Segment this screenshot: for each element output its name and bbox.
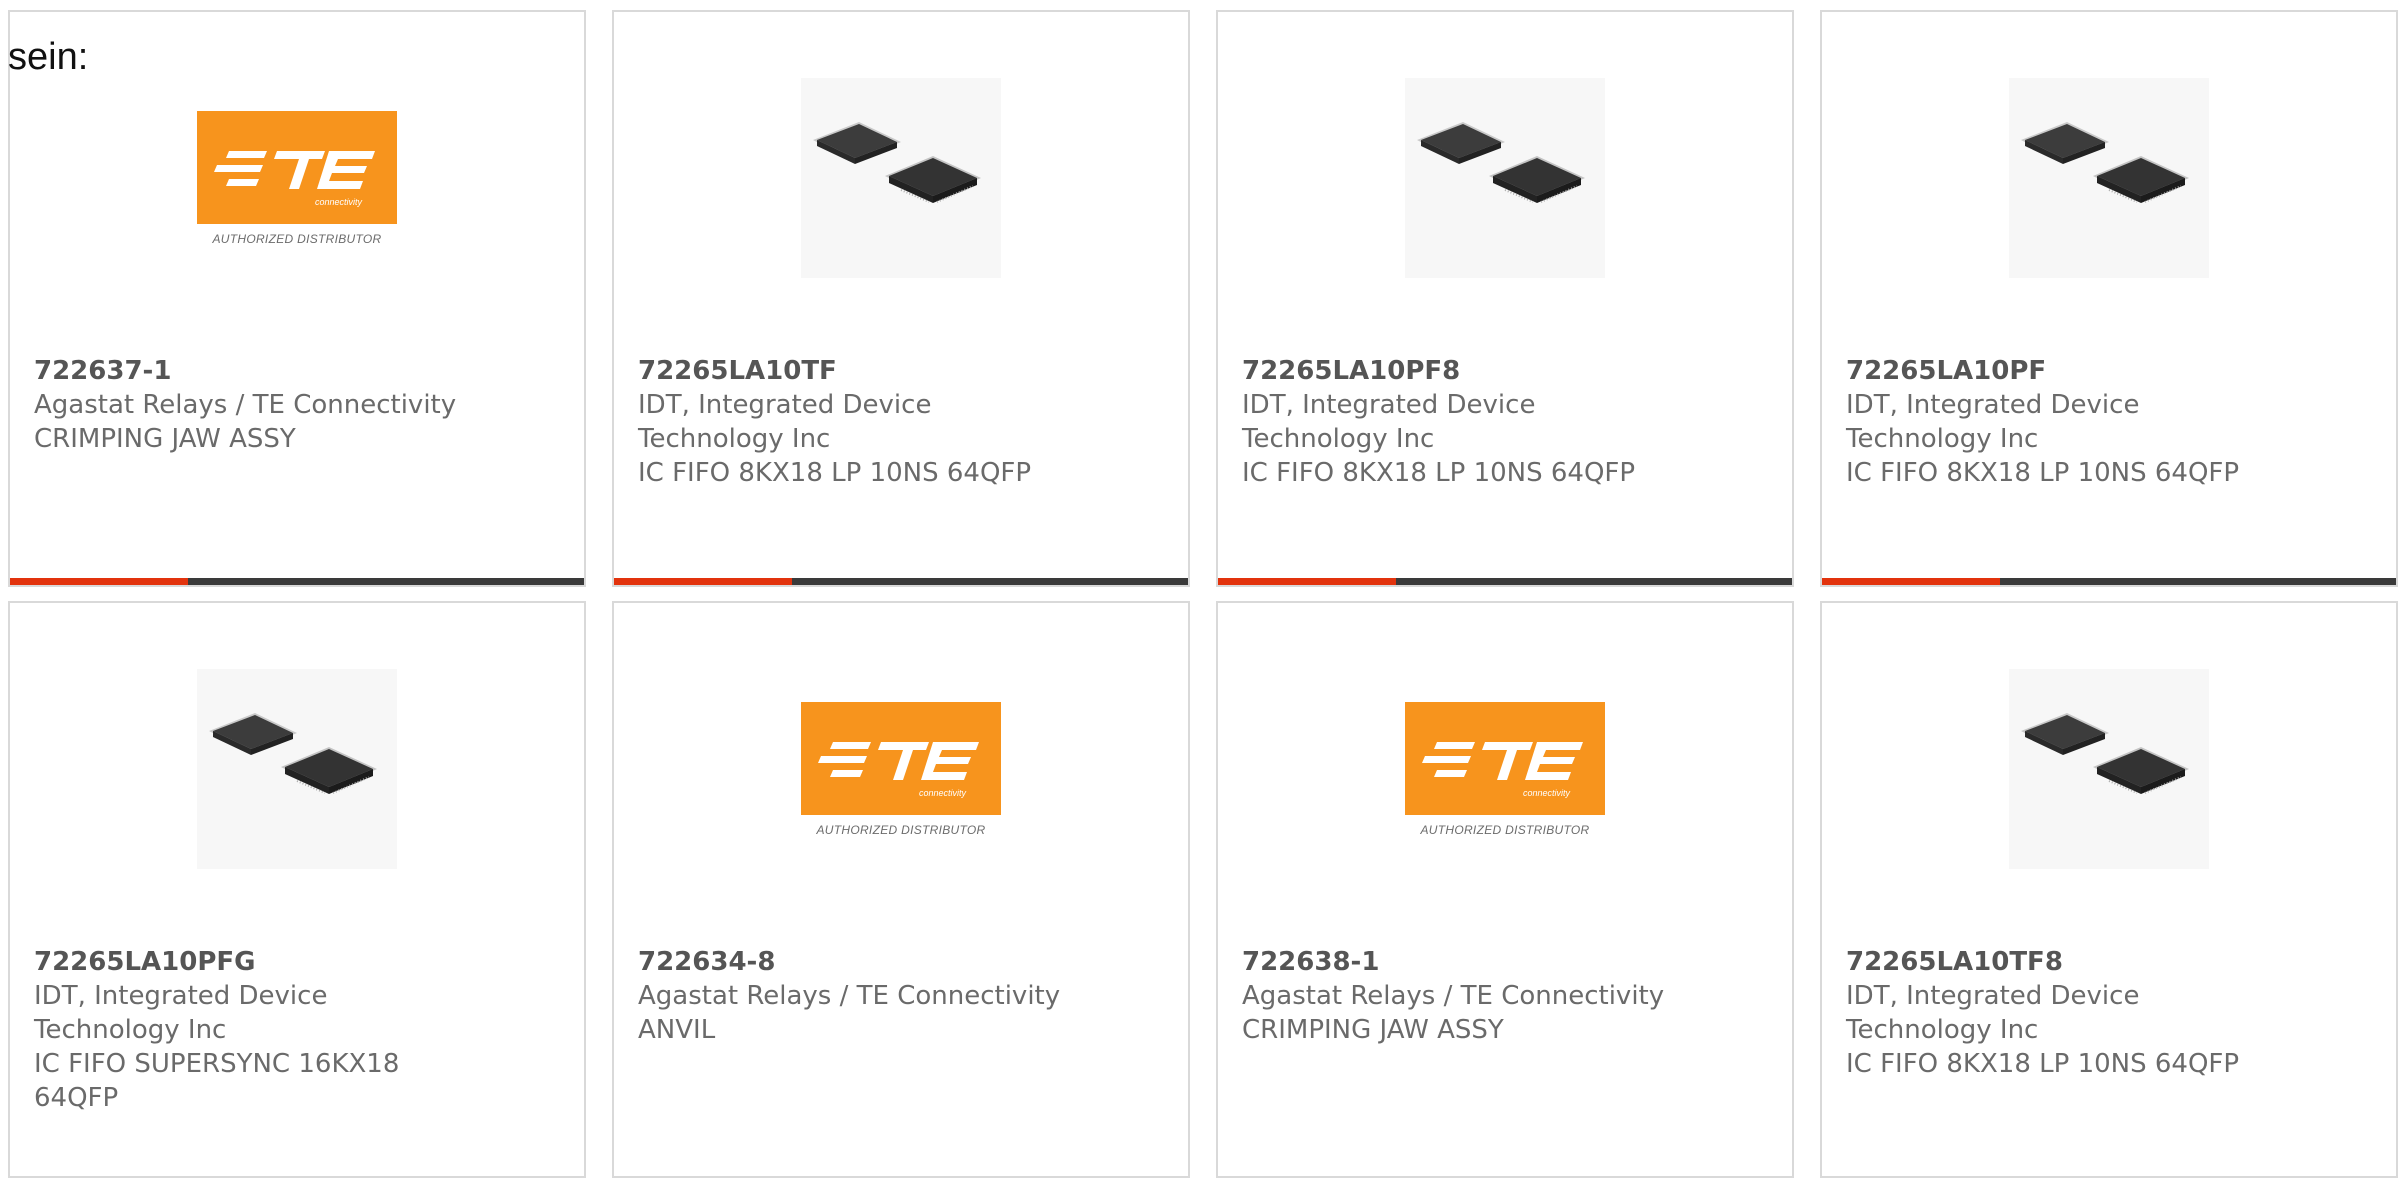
hover-progress-bar xyxy=(614,578,1188,585)
product-card[interactable]: 72265LA10PF IDT, Integrated Device Techno… xyxy=(1820,10,2398,587)
description-text: ANVIL xyxy=(638,1015,716,1045)
ic-chip-image xyxy=(197,669,397,869)
product-grid: connectivity AUTHORIZED DISTRIBUTOR 722637… xyxy=(8,10,2398,1178)
svg-text:connectivity: connectivity xyxy=(919,788,967,798)
manufacturer-text: IDT, Integrated Device Technology Inc xyxy=(1242,390,1536,454)
te-connectivity-logo: connectivity xyxy=(197,110,397,224)
part-number-link[interactable]: 72265LA10PFG xyxy=(34,945,568,979)
product-image[interactable] xyxy=(2009,669,2209,869)
progress-bar-fill xyxy=(614,578,792,585)
manufacturer-text: IDT, Integrated Device Technology Inc xyxy=(34,981,328,1045)
te-logo-block: connectivity AUTHORIZED DISTRIBUTOR xyxy=(801,701,1001,837)
description-text: IC FIFO 8KX18 LP 10NS 64QFP xyxy=(1846,458,2240,488)
part-number-link[interactable]: 722638-1 xyxy=(1242,945,1776,979)
ic-chip-image xyxy=(1405,78,1605,278)
part-number-link[interactable]: 722637-1 xyxy=(34,354,568,388)
description-text: CRIMPING JAW ASSY xyxy=(1242,1015,1504,1045)
product-image[interactable] xyxy=(801,78,1001,278)
ic-chip-image xyxy=(2009,78,2209,278)
manufacturer-text: IDT, Integrated Device Technology Inc xyxy=(1846,390,2140,454)
authorized-distributor-label: AUTHORIZED DISTRIBUTOR xyxy=(1420,822,1590,837)
authorized-distributor-label: AUTHORIZED DISTRIBUTOR xyxy=(212,231,382,246)
product-info: 72265LA10PF IDT, Integrated Device Techno… xyxy=(1846,354,2380,490)
description-text: CRIMPING JAW ASSY xyxy=(34,424,296,454)
part-number-link[interactable]: 72265LA10TF xyxy=(638,354,1172,388)
hover-progress-bar xyxy=(1218,578,1792,585)
te-logo-block: connectivity AUTHORIZED DISTRIBUTOR xyxy=(197,110,397,246)
product-info: 72265LA10TF8 IDT, Integrated Device Techn… xyxy=(1846,945,2380,1081)
product-info: 72265LA10TF IDT, Integrated Device Techno… xyxy=(638,354,1172,490)
svg-text:connectivity: connectivity xyxy=(1523,788,1571,798)
authorized-distributor-label: AUTHORIZED DISTRIBUTOR xyxy=(816,822,986,837)
svg-text:connectivity: connectivity xyxy=(315,197,363,207)
product-image[interactable] xyxy=(1405,78,1605,278)
product-image[interactable]: connectivity AUTHORIZED DISTRIBUTOR xyxy=(801,669,1001,869)
product-info: 72265LA10PFG IDT, Integrated Device Techn… xyxy=(34,945,568,1115)
product-card[interactable]: 72265LA10PFG IDT, Integrated Device Techn… xyxy=(8,601,586,1178)
te-connectivity-logo: connectivity xyxy=(1405,701,1605,815)
progress-bar-fill xyxy=(10,578,188,585)
part-number-link[interactable]: 72265LA10PF8 xyxy=(1242,354,1776,388)
product-info: 72265LA10PF8 IDT, Integrated Device Techn… xyxy=(1242,354,1776,490)
part-number-link[interactable]: 72265LA10TF8 xyxy=(1846,945,2380,979)
product-image[interactable] xyxy=(197,669,397,869)
part-number-link[interactable]: 722634-8 xyxy=(638,945,1172,979)
product-info: 722637-1 Agastat Relays / TE Connectivity… xyxy=(34,354,568,456)
te-connectivity-logo: connectivity xyxy=(801,701,1001,815)
te-logo-block: connectivity AUTHORIZED DISTRIBUTOR xyxy=(1405,701,1605,837)
product-info: 722634-8 Agastat Relays / TE Connectivity… xyxy=(638,945,1172,1047)
part-number-link[interactable]: 72265LA10PF xyxy=(1846,354,2380,388)
hover-progress-bar xyxy=(10,578,584,585)
description-text: IC FIFO SUPERSYNC 16KX18 64QFP xyxy=(34,1049,400,1113)
ic-chip-image xyxy=(2009,669,2209,869)
product-image[interactable] xyxy=(2009,78,2209,278)
manufacturer-text: IDT, Integrated Device Technology Inc xyxy=(638,390,932,454)
manufacturer-text: IDT, Integrated Device Technology Inc xyxy=(1846,981,2140,1045)
product-image[interactable]: connectivity AUTHORIZED DISTRIBUTOR xyxy=(197,78,397,278)
product-info: 722638-1 Agastat Relays / TE Connectivity… xyxy=(1242,945,1776,1047)
description-text: IC FIFO 8KX18 LP 10NS 64QFP xyxy=(638,458,1032,488)
product-card[interactable]: connectivity AUTHORIZED DISTRIBUTOR 722638… xyxy=(1216,601,1794,1178)
product-card[interactable]: 72265LA10TF IDT, Integrated Device Techno… xyxy=(612,10,1190,587)
progress-bar-fill xyxy=(1218,578,1396,585)
description-text: IC FIFO 8KX18 LP 10NS 64QFP xyxy=(1846,1049,2240,1079)
product-card[interactable]: connectivity AUTHORIZED DISTRIBUTOR 722637… xyxy=(8,10,586,587)
ic-chip-image xyxy=(801,78,1001,278)
manufacturer-text: Agastat Relays / TE Connectivity xyxy=(638,981,1061,1011)
description-text: IC FIFO 8KX18 LP 10NS 64QFP xyxy=(1242,458,1636,488)
product-card[interactable]: connectivity AUTHORIZED DISTRIBUTOR 722634… xyxy=(612,601,1190,1178)
product-card[interactable]: 72265LA10TF8 IDT, Integrated Device Techn… xyxy=(1820,601,2398,1178)
intro-text: sein: xyxy=(8,36,89,78)
product-image[interactable]: connectivity AUTHORIZED DISTRIBUTOR xyxy=(1405,669,1605,869)
manufacturer-text: Agastat Relays / TE Connectivity xyxy=(1242,981,1665,1011)
progress-bar-fill xyxy=(1822,578,2000,585)
product-card[interactable]: 72265LA10PF8 IDT, Integrated Device Techn… xyxy=(1216,10,1794,587)
hover-progress-bar xyxy=(1822,578,2396,585)
manufacturer-text: Agastat Relays / TE Connectivity xyxy=(34,390,457,420)
